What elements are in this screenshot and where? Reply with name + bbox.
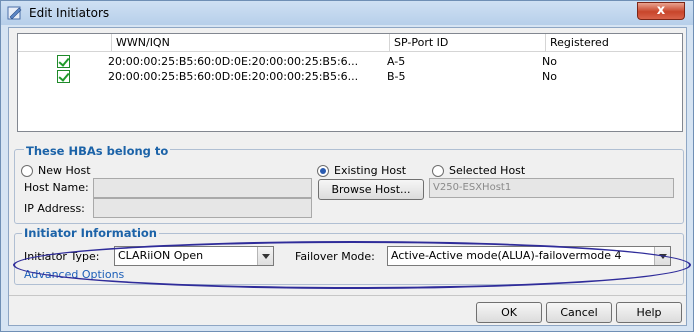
column-header-port[interactable]: SP-Port ID — [390, 34, 546, 52]
selected-host-radio[interactable] — [432, 165, 444, 177]
browse-host-button[interactable]: Browse Host... — [318, 179, 424, 200]
column-header-wwn[interactable]: WWN/IQN — [112, 34, 390, 52]
dialog-body: WWN/IQN SP-Port ID Registered 20:00:00:2… — [8, 27, 691, 326]
ip-address-field[interactable] — [93, 198, 312, 218]
table-header: WWN/IQN SP-Port ID Registered — [18, 34, 682, 52]
failover-mode-label: Failover Mode: — [295, 250, 375, 263]
edit-initiators-dialog: Edit Initiators x WWN/IQN SP-Port ID Reg… — [0, 0, 694, 332]
initiators-table: WWN/IQN SP-Port ID Registered 20:00:00:2… — [17, 33, 683, 132]
row-checkbox[interactable] — [57, 70, 70, 83]
initiator-type-select[interactable]: CLARiiON Open — [114, 246, 274, 266]
footer-divider — [9, 295, 686, 296]
registered-cell: No — [542, 70, 557, 83]
advanced-options-link[interactable]: Advanced Options — [24, 268, 124, 282]
table-row[interactable]: 20:00:00:25:B5:60:0D:0E:20:00:00:25:B5:6… — [18, 54, 682, 69]
selected-host-field: V250-ESXHost1 — [429, 178, 674, 198]
registered-cell: No — [542, 55, 557, 68]
ip-address-label: IP Address: — [24, 202, 85, 215]
failover-mode-select[interactable]: Active-Active mode(ALUA)-failovermode 4 — [387, 246, 671, 266]
cancel-button[interactable]: Cancel — [546, 302, 612, 323]
initiator-info-title: Initiator Information — [22, 226, 159, 240]
close-button[interactable]: x — [637, 2, 685, 20]
title-bar[interactable]: Edit Initiators x — [1, 1, 693, 25]
close-icon: x — [656, 3, 666, 18]
wwn-cell: 20:00:00:25:B5:60:0D:0E:20:00:00:25:B5:6… — [108, 70, 359, 83]
column-header-check[interactable] — [18, 34, 112, 52]
new-host-radio[interactable] — [21, 165, 33, 177]
selected-host-label[interactable]: Selected Host — [449, 164, 525, 178]
existing-host-label[interactable]: Existing Host — [334, 164, 406, 178]
new-host-label[interactable]: New Host — [38, 164, 91, 178]
chevron-down-icon[interactable] — [257, 247, 273, 265]
host-name-label: Host Name: — [24, 181, 89, 194]
column-header-registered[interactable]: Registered — [546, 34, 682, 52]
existing-host-radio[interactable] — [317, 165, 329, 177]
row-checkbox[interactable] — [57, 55, 70, 68]
help-button[interactable]: Help — [616, 302, 682, 323]
initiator-type-value: CLARiiON Open — [118, 249, 204, 262]
wwn-cell: 20:00:00:25:B5:60:0D:0E:20:00:00:25:B5:6… — [108, 55, 359, 68]
ok-button[interactable]: OK — [476, 302, 542, 323]
port-cell: B-5 — [387, 70, 406, 83]
window-title: Edit Initiators — [29, 6, 110, 20]
table-row[interactable]: 20:00:00:25:B5:60:0D:0E:20:00:00:25:B5:6… — [18, 69, 682, 84]
hba-group-title: These HBAs belong to — [24, 144, 171, 158]
chevron-down-icon[interactable] — [654, 247, 670, 265]
app-icon — [7, 6, 22, 20]
port-cell: A-5 — [387, 55, 406, 68]
failover-mode-value: Active-Active mode(ALUA)-failovermode 4 — [391, 249, 622, 262]
host-name-field[interactable] — [93, 178, 312, 198]
initiator-type-label: Initiator Type: — [24, 250, 100, 263]
